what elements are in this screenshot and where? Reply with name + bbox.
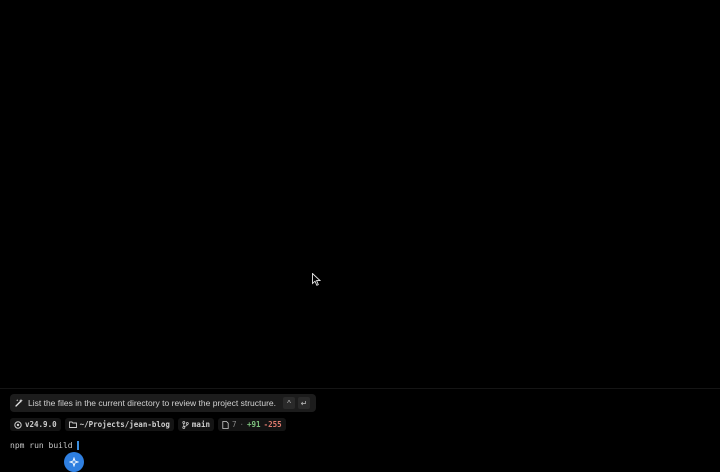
- terminal-output-area: [0, 0, 720, 388]
- path-badge[interactable]: ~/Projects/jean-blog: [64, 418, 174, 431]
- node-version-badge[interactable]: v24.9.0: [10, 418, 61, 431]
- divider: [0, 388, 720, 389]
- assistant-button[interactable]: [64, 452, 84, 472]
- branch-name: main: [191, 420, 210, 429]
- text-caret: [76, 440, 79, 450]
- accept-suggestion-button[interactable]: ↵: [298, 397, 311, 409]
- node-icon: [14, 420, 22, 429]
- suggestion-text: List the files in the current directory …: [28, 398, 277, 408]
- changes-badge[interactable]: 7 · +91 -255: [217, 418, 286, 431]
- sparkle-icon: [69, 457, 79, 467]
- status-bar: v24.9.0 ~/Projects/jean-blog main 7 · +9…: [10, 418, 286, 431]
- branch-badge[interactable]: main: [177, 418, 214, 431]
- sparkle-icon: [14, 398, 24, 408]
- suggestion-chip[interactable]: List the files in the current directory …: [10, 394, 317, 412]
- mouse-pointer-icon: [312, 273, 321, 286]
- git-branch-icon: [182, 420, 189, 429]
- separator-dot: ·: [239, 420, 245, 429]
- files-changed-count: 7: [231, 420, 237, 429]
- expand-suggestion-button[interactable]: ^: [283, 397, 296, 409]
- additions-count: +91: [247, 420, 261, 429]
- node-version: v24.9.0: [25, 420, 57, 429]
- file-icon: [222, 420, 229, 429]
- command-input[interactable]: npm run build: [10, 440, 79, 450]
- command-input-text: npm run build: [10, 440, 73, 450]
- deletions-count: -255: [263, 420, 282, 429]
- path-text: ~/Projects/jean-blog: [79, 420, 170, 429]
- folder-icon: [68, 421, 77, 428]
